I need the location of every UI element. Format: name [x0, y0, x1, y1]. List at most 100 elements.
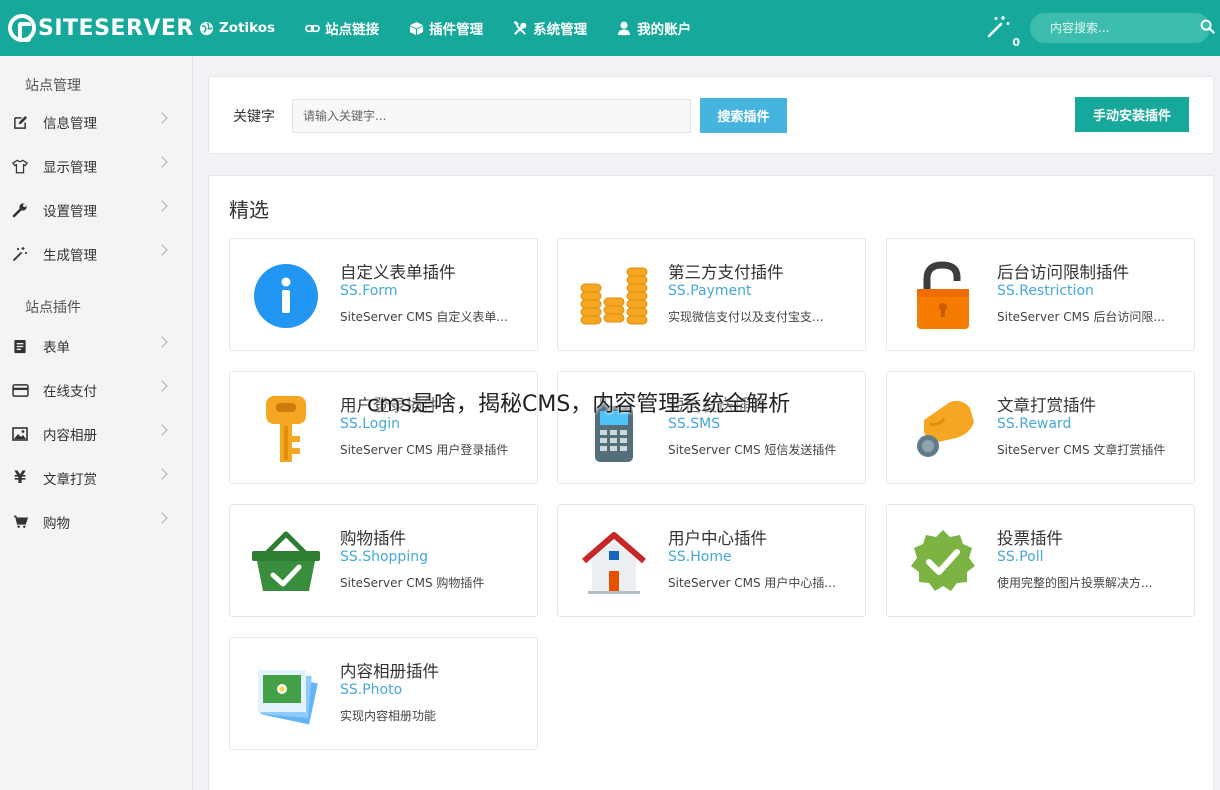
plugin-card-payment[interactable]: 第三方支付插件 SS.Payment 实现微信支付以及支付宝支... [557, 238, 866, 351]
plugin-name: 文章打赏插件 [997, 396, 1096, 415]
info-icon [250, 261, 322, 331]
credit-card-icon [10, 380, 30, 400]
keyword-input[interactable] [292, 99, 691, 133]
plugin-id: SS.Poll [997, 549, 1044, 565]
check-badge-icon [907, 527, 979, 597]
plugin-desc: 实现微信支付以及支付宝支... [668, 310, 824, 324]
link-icon [304, 20, 320, 36]
plugin-desc: 实现内容相册功能 [340, 709, 437, 723]
chevron-right-icon [156, 424, 168, 436]
plugin-id: SS.Payment [668, 283, 752, 299]
chevron-right-icon [156, 336, 168, 348]
tools-icon [512, 20, 528, 36]
plugin-name: 内容相册插件 [340, 662, 439, 681]
top-navbar: SITESERVER Zotikos 站点链接 插件管理 系统管理 我的账户 0… [0, 0, 1220, 56]
sidebar-item-reward[interactable]: ¥ 文章打赏 [0, 456, 192, 500]
plugin-id: SS.Shopping [340, 549, 428, 565]
magic-wand-icon [10, 244, 30, 264]
nav-item-plugins[interactable]: 插件管理 [408, 18, 483, 38]
search-icon[interactable] [1200, 19, 1215, 38]
chevron-right-icon [156, 512, 168, 524]
hand-coin-icon [907, 394, 979, 464]
photos-icon [250, 660, 322, 730]
notification-count: 0 [1012, 36, 1020, 49]
plugin-card-form[interactable]: 自定义表单插件 SS.Form SiteServer CMS 自定义表单... [229, 238, 538, 351]
plugin-card-poll[interactable]: 投票插件 SS.Poll 使用完整的图片投票解决方... [886, 504, 1195, 617]
plugin-id: SS.Form [340, 283, 398, 299]
nav-item-links[interactable]: 站点链接 [304, 18, 379, 38]
chevron-right-icon [156, 112, 168, 124]
sidebar-item-content[interactable]: 信息管理 [0, 100, 192, 144]
sidebar-item-shopping[interactable]: 购物 [0, 500, 192, 544]
plugin-name: 自定义表单插件 [340, 263, 456, 282]
plugin-card-reward[interactable]: 文章打赏插件 SS.Reward SiteServer CMS 文章打赏插件 [886, 371, 1195, 484]
user-icon [616, 20, 632, 36]
chevron-right-icon [156, 244, 168, 256]
nav-item-site[interactable]: Zotikos [198, 20, 275, 36]
sidebar-item-label: 信息管理 [43, 116, 97, 132]
logo-text: SITESERVER [38, 15, 194, 41]
sidebar: 站点管理 信息管理 显示管理 设置管理 生成管理 站点插件 表单 在线支付 内容… [0, 56, 193, 790]
notifications-button[interactable]: 0 [984, 13, 1020, 49]
sidebar-item-settings[interactable]: 设置管理 [0, 188, 192, 232]
plugin-name: 第三方支付插件 [668, 263, 784, 282]
logo-mark-icon [8, 14, 36, 42]
manual-install-button[interactable]: 手动安装插件 [1075, 97, 1189, 132]
sidebar-item-label: 购物 [43, 516, 70, 532]
magic-wand-icon [986, 13, 1012, 43]
plugin-desc: SiteServer CMS 购物插件 [340, 576, 485, 590]
plugin-card-home[interactable]: 用户中心插件 SS.Home SiteServer CMS 用户中心插... [557, 504, 866, 617]
padlock-icon [907, 261, 979, 331]
nav-label: 系统管理 [533, 22, 588, 38]
content-search [1030, 13, 1215, 43]
sidebar-item-label: 内容相册 [43, 428, 97, 444]
plugin-search-panel: 关键字 搜索插件 手动安装插件 [208, 76, 1214, 154]
plugin-card-shopping[interactable]: 购物插件 SS.Shopping SiteServer CMS 购物插件 [229, 504, 538, 617]
nav-label: 插件管理 [429, 22, 484, 38]
nav-label: Zotikos [219, 20, 276, 36]
wrench-icon [10, 200, 30, 220]
chevron-right-icon [156, 156, 168, 168]
sidebar-item-label: 在线支付 [43, 384, 97, 400]
search-plugins-button[interactable]: 搜索插件 [700, 98, 787, 133]
plugin-desc: SiteServer CMS 文章打赏插件 [997, 443, 1166, 457]
plugin-id: SS.Login [340, 416, 400, 432]
cube-icon [408, 20, 424, 36]
chevron-right-icon [156, 200, 168, 212]
plugin-id: SS.Photo [340, 682, 403, 698]
plugin-card-restriction[interactable]: 后台访问限制插件 SS.Restriction SiteServer CMS 后… [886, 238, 1195, 351]
chevron-right-icon [156, 380, 168, 392]
house-icon [578, 527, 650, 597]
sidebar-item-label: 生成管理 [43, 248, 97, 264]
featured-plugins-panel: 精选 自定义表单插件 SS.Form SiteServer CMS 自定义表单.… [208, 175, 1214, 790]
sidebar-item-generate[interactable]: 生成管理 [0, 232, 192, 276]
nav-label: 站点链接 [325, 22, 380, 38]
content-search-input[interactable] [1050, 21, 1200, 35]
sidebar-section-title: 站点管理 [25, 78, 81, 94]
sidebar-item-payment[interactable]: 在线支付 [0, 368, 192, 412]
sidebar-item-label: 显示管理 [43, 160, 97, 176]
logo[interactable]: SITESERVER [8, 0, 198, 56]
sidebar-section-title: 站点插件 [25, 300, 81, 316]
sidebar-item-album[interactable]: 内容相册 [0, 412, 192, 456]
plugin-name: 后台访问限制插件 [997, 263, 1129, 282]
nav-label: 我的账户 [637, 22, 692, 38]
plugin-desc: SiteServer CMS 用户登录插件 [340, 443, 509, 457]
plugin-id: SS.SMS [668, 416, 721, 432]
plugin-card-photo[interactable]: 内容相册插件 SS.Photo 实现内容相册功能 [229, 637, 538, 750]
plugin-name: 投票插件 [997, 529, 1063, 548]
sidebar-item-label: 文章打赏 [43, 472, 97, 488]
plugin-name: 用户中心插件 [668, 529, 767, 548]
picture-icon [10, 424, 30, 444]
chevron-right-icon [156, 468, 168, 480]
globe-icon [198, 20, 214, 36]
keyword-label: 关键字 [233, 109, 275, 125]
sidebar-item-form[interactable]: 表单 [0, 324, 192, 368]
top-right-tools: 0 [984, 0, 1215, 56]
nav-item-account[interactable]: 我的账户 [616, 18, 691, 38]
nav-item-system[interactable]: 系统管理 [512, 18, 587, 38]
coins-icon [578, 261, 650, 331]
sidebar-item-display[interactable]: 显示管理 [0, 144, 192, 188]
main-nav: Zotikos 站点链接 插件管理 系统管理 我的账户 [198, 0, 720, 56]
key-icon [250, 394, 322, 464]
